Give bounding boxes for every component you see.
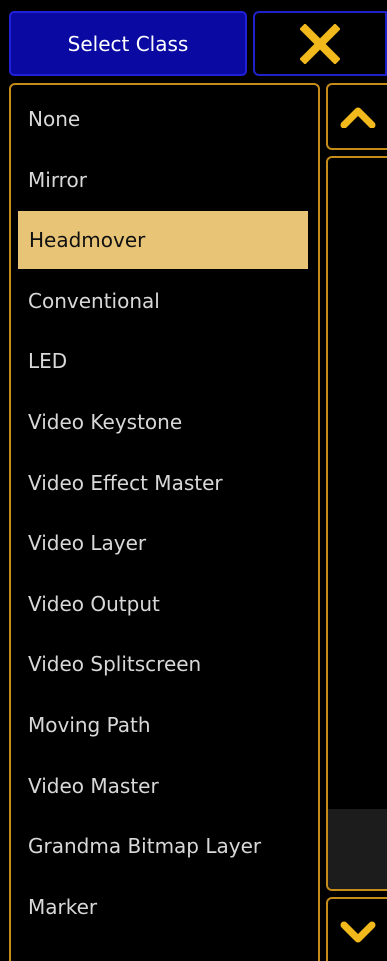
list-item-label: Grandma Bitmap Layer bbox=[28, 834, 262, 859]
list-item-label: Video Splitscreen bbox=[28, 652, 202, 677]
list-item[interactable]: Mirror bbox=[17, 151, 309, 209]
chevron-up-icon bbox=[340, 106, 376, 128]
list-item[interactable]: Moving Path bbox=[17, 696, 309, 754]
list-item[interactable]: Conventional bbox=[17, 272, 309, 330]
list-item[interactable]: Video Effect Master bbox=[17, 454, 309, 512]
list-item-label: LED bbox=[28, 349, 68, 374]
dialog-title-label: Select Class bbox=[67, 31, 189, 56]
chevron-down-icon bbox=[340, 921, 376, 943]
list-item[interactable]: Video Master bbox=[17, 757, 309, 815]
list-item[interactable]: Video Keystone bbox=[17, 393, 309, 451]
class-list: None Mirror Headmover Conventional LED Video … bbox=[9, 83, 320, 961]
list-item-label: Conventional bbox=[28, 288, 160, 313]
scrollbar-thumb[interactable] bbox=[328, 808, 387, 889]
list-item-label: Video Keystone bbox=[28, 410, 183, 434]
list-item[interactable]: Video Output bbox=[17, 575, 309, 633]
scrollbar-track[interactable] bbox=[326, 156, 387, 891]
scroll-up-button[interactable] bbox=[326, 83, 387, 150]
list-item-label: Video Master bbox=[28, 773, 159, 798]
scroll-down-button[interactable] bbox=[326, 897, 387, 961]
list-item[interactable]: Marker bbox=[17, 878, 309, 936]
list-item[interactable]: Grandma Bitmap Layer bbox=[17, 817, 309, 875]
list-item[interactable]: Video Splitscreen bbox=[17, 635, 309, 693]
list-item-label: Video Output bbox=[28, 591, 160, 616]
list-item-label: Moving Path bbox=[28, 713, 151, 737]
list-item-label: None bbox=[28, 107, 81, 131]
list-item[interactable]: None bbox=[17, 90, 309, 148]
list-item[interactable]: Headmover bbox=[18, 211, 308, 270]
list-item-label: Video Effect Master bbox=[28, 470, 223, 495]
close-x-icon bbox=[300, 23, 340, 64]
list-item-label: Mirror bbox=[28, 167, 87, 192]
list-item-label: Marker bbox=[28, 894, 98, 919]
list-item[interactable]: Video Layer bbox=[17, 514, 309, 572]
select-class-dialog: Select Class None Mirror Headmover Conventi… bbox=[0, 0, 387, 961]
list-item[interactable]: LED bbox=[17, 332, 309, 390]
list-item-label: Video Layer bbox=[28, 531, 147, 556]
list-item-label: Headmover bbox=[29, 228, 146, 253]
dialog-title: Select Class bbox=[9, 11, 247, 76]
close-button[interactable] bbox=[253, 11, 387, 76]
